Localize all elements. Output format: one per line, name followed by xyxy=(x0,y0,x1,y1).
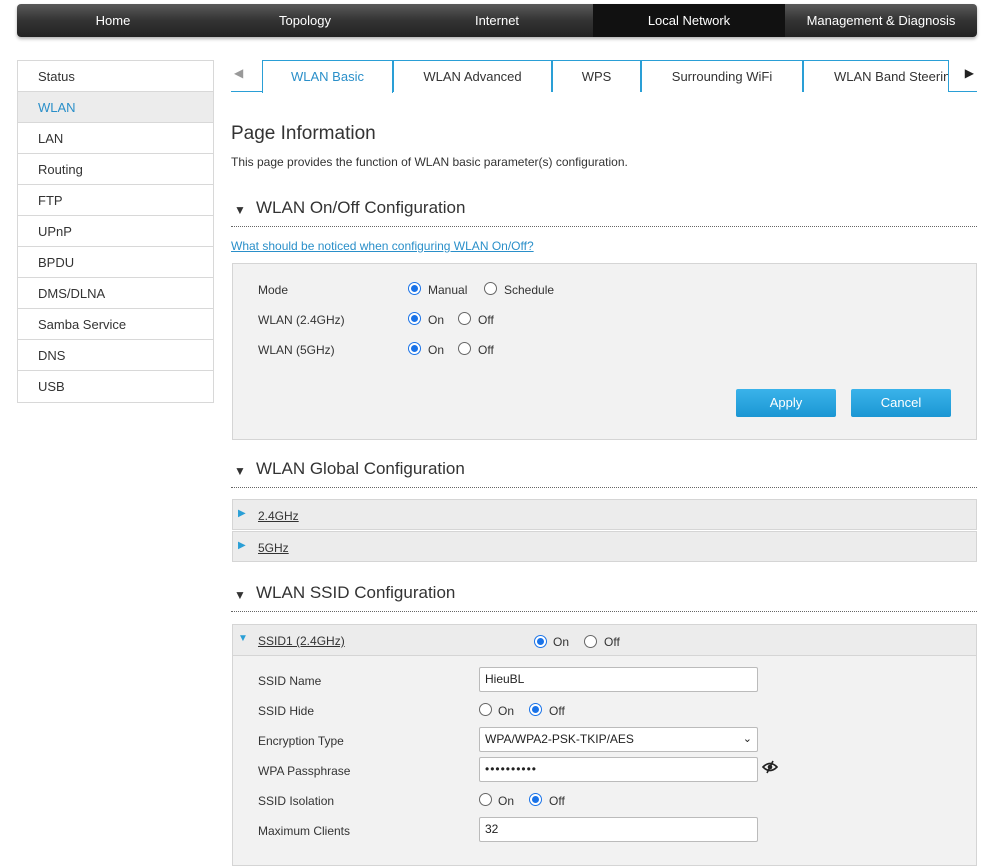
section-title: WLAN Global Configuration xyxy=(256,459,465,478)
maximum-clients-input[interactable]: 32 xyxy=(479,817,758,842)
tab-surrounding-wifi[interactable]: Surrounding WiFi xyxy=(641,60,803,92)
encryption-type-select[interactable]: WPA/WPA2-PSK-TKIP/AES ⌄ xyxy=(479,727,758,752)
cancel-button[interactable]: Cancel xyxy=(851,389,951,417)
ssid-hide-on-label: On xyxy=(498,704,515,718)
sidebar-item-bpdu[interactable]: BPDU xyxy=(18,247,213,278)
ssid1-off-label: Off xyxy=(604,635,620,649)
section-wlan-onoff[interactable]: ▼ WLAN On/Off Configuration xyxy=(231,197,977,227)
ssid-name-label: SSID Name xyxy=(258,674,322,688)
encryption-type-value: WPA/WPA2-PSK-TKIP/AES xyxy=(485,732,634,746)
ssid-isolation-off-label: Off xyxy=(549,794,565,808)
ssid-hide-off-radio[interactable] xyxy=(529,703,542,716)
ssid1-on-radio[interactable] xyxy=(534,635,547,648)
nav-management-diagnosis[interactable]: Management & Diagnosis xyxy=(785,4,977,37)
band-24ghz-row[interactable]: ▶ 2.4GHz xyxy=(232,499,977,530)
sub-tabs: ◀ WLAN Basic WLAN Advanced WPS Surroundi… xyxy=(231,60,977,93)
wlan-5ghz-on-radio[interactable] xyxy=(408,342,421,355)
wlan-24ghz-off-radio[interactable] xyxy=(458,312,471,325)
tab-scroll-left-icon[interactable]: ◀ xyxy=(234,66,243,80)
sidebar-item-upnp[interactable]: UPnP xyxy=(18,216,213,247)
ssid-hide-off-label: Off xyxy=(549,704,565,718)
wpa-passphrase-input[interactable]: •••••••••• xyxy=(479,757,758,782)
wlan-5ghz-label: WLAN (5GHz) xyxy=(258,343,335,357)
maximum-clients-label: Maximum Clients xyxy=(258,824,351,838)
ssid1-on-label: On xyxy=(553,635,570,649)
mode-label: Mode xyxy=(258,283,289,297)
section-title: WLAN SSID Configuration xyxy=(256,583,456,602)
nav-topology[interactable]: Topology xyxy=(209,4,401,37)
sidebar-item-status[interactable]: Status xyxy=(18,61,213,92)
tab-wlan-band-steering[interactable]: WLAN Band Steerin xyxy=(803,60,949,92)
tab-wps[interactable]: WPS xyxy=(552,60,641,92)
sidebar-item-routing[interactable]: Routing xyxy=(18,154,213,185)
nav-internet[interactable]: Internet xyxy=(401,4,593,37)
tab-scroll-right-icon[interactable]: ▶ xyxy=(965,66,974,80)
sidebar-item-usb[interactable]: USB xyxy=(18,371,213,402)
help-link-wlan-onoff[interactable]: What should be noticed when configuring … xyxy=(231,239,534,253)
band-5ghz-link[interactable]: 5GHz xyxy=(258,541,289,555)
page-title: Page Information xyxy=(231,123,376,144)
mode-manual-label: Manual xyxy=(428,283,468,297)
wlan-5ghz-off-radio[interactable] xyxy=(458,342,471,355)
collapse-triangle-icon: ▼ xyxy=(234,588,246,602)
ssid-isolation-on-label: On xyxy=(498,794,515,808)
top-navigation: Home Topology Internet Local Network Man… xyxy=(17,4,977,37)
section-title: WLAN On/Off Configuration xyxy=(256,198,466,217)
sidebar-item-lan[interactable]: LAN xyxy=(18,123,213,154)
sidebar-item-ftp[interactable]: FTP xyxy=(18,185,213,216)
ssid-hide-label: SSID Hide xyxy=(258,704,315,718)
sidebar: Status WLAN LAN Routing FTP UPnP BPDU DM… xyxy=(17,60,214,403)
expand-triangle-icon: ▶ xyxy=(238,540,246,551)
ssid-isolation-on-radio[interactable] xyxy=(479,793,492,806)
wlan-5ghz-on-label: On xyxy=(428,343,445,357)
ssid1-off-radio[interactable] xyxy=(584,635,597,648)
wlan-24ghz-on-label: On xyxy=(428,313,445,327)
mode-schedule-label: Schedule xyxy=(504,283,555,297)
wpa-passphrase-label: WPA Passphrase xyxy=(258,764,351,778)
sidebar-item-dns[interactable]: DNS xyxy=(18,340,213,371)
wlan-onoff-panel: Mode Manual Schedule WLAN (2.4GHz) On Of… xyxy=(232,263,977,440)
ssid1-header-link[interactable]: SSID1 (2.4GHz) xyxy=(258,634,345,648)
tab-wlan-advanced[interactable]: WLAN Advanced xyxy=(393,60,552,92)
collapse-triangle-icon: ▼ xyxy=(234,464,246,478)
band-24ghz-link[interactable]: 2.4GHz xyxy=(258,509,299,523)
wlan-24ghz-off-label: Off xyxy=(478,313,494,327)
wlan-5ghz-off-label: Off xyxy=(478,343,494,357)
nav-local-network[interactable]: Local Network xyxy=(593,4,785,37)
wlan-24ghz-on-radio[interactable] xyxy=(408,312,421,325)
apply-button[interactable]: Apply xyxy=(736,389,836,417)
ssid-hide-on-radio[interactable] xyxy=(479,703,492,716)
section-wlan-ssid[interactable]: ▼ WLAN SSID Configuration xyxy=(231,582,977,612)
collapse-triangle-icon: ▼ xyxy=(238,633,248,644)
nav-home[interactable]: Home xyxy=(17,4,209,37)
sidebar-item-dms-dlna[interactable]: DMS/DLNA xyxy=(18,278,213,309)
wlan-24ghz-label: WLAN (2.4GHz) xyxy=(258,313,345,327)
show-password-eye-icon[interactable] xyxy=(761,760,779,777)
mode-schedule-radio[interactable] xyxy=(484,282,497,295)
collapse-triangle-icon: ▼ xyxy=(234,203,246,217)
page-description: This page provides the function of WLAN … xyxy=(231,155,628,169)
ssid-name-input[interactable]: HieuBL xyxy=(479,667,758,692)
encryption-type-label: Encryption Type xyxy=(258,734,344,748)
tab-wlan-basic[interactable]: WLAN Basic xyxy=(262,60,393,93)
ssid1-panel: SSID Name HieuBL SSID Hide On Off Encryp… xyxy=(232,656,977,866)
ssid1-header-row[interactable]: ▼ SSID1 (2.4GHz) On Off xyxy=(232,624,977,656)
band-5ghz-row[interactable]: ▶ 5GHz xyxy=(232,531,977,562)
ssid-isolation-label: SSID Isolation xyxy=(258,794,335,808)
section-wlan-global[interactable]: ▼ WLAN Global Configuration xyxy=(231,458,977,488)
expand-triangle-icon: ▶ xyxy=(238,508,246,519)
ssid-isolation-off-radio[interactable] xyxy=(529,793,542,806)
chevron-down-icon: ⌄ xyxy=(742,733,752,745)
mode-manual-radio[interactable] xyxy=(408,282,421,295)
sidebar-item-samba-service[interactable]: Samba Service xyxy=(18,309,213,340)
sidebar-item-wlan[interactable]: WLAN xyxy=(18,92,213,123)
